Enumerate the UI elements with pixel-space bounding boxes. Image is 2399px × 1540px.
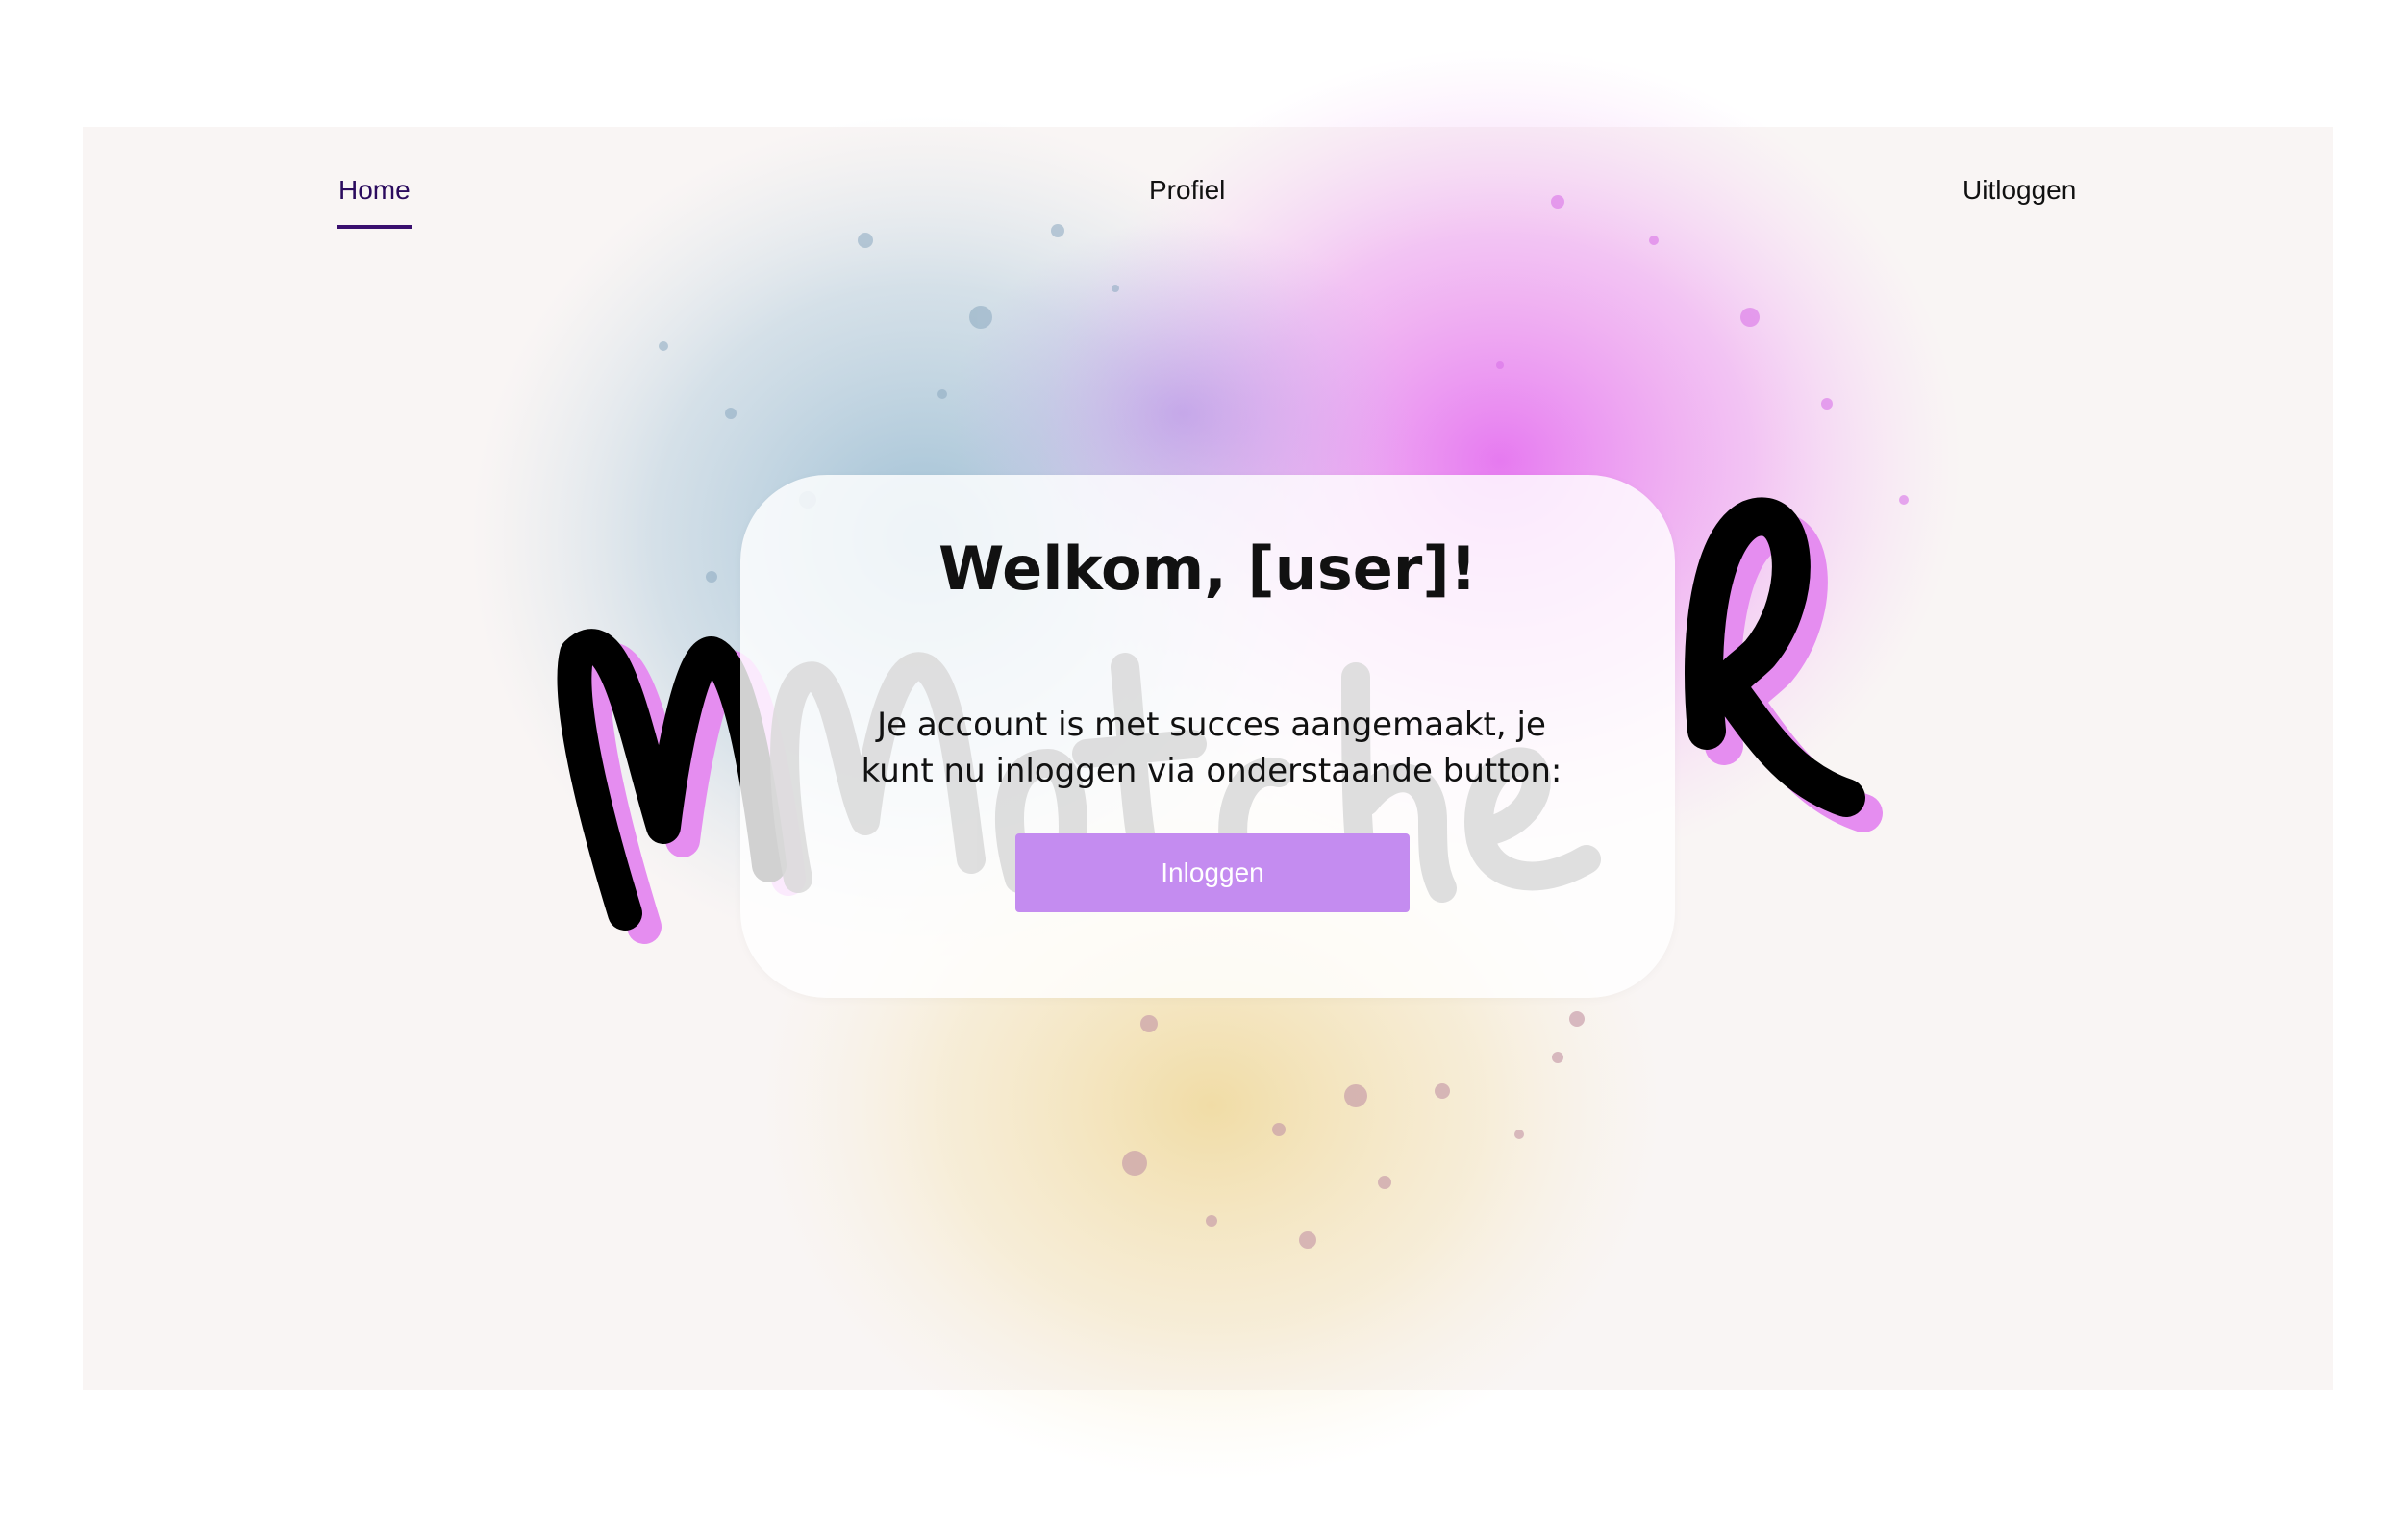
nav-logout-link[interactable]: Uitloggen <box>1962 171 2076 210</box>
nav-home-link[interactable]: Home <box>338 171 411 210</box>
login-button[interactable]: Inloggen <box>1015 833 1410 912</box>
welcome-message: Je account is met succes aangemaakt, je … <box>861 706 1562 790</box>
welcome-title: Welkom, [user]! <box>938 534 1477 604</box>
nav-profile-link[interactable]: Profiel <box>1149 171 1225 210</box>
active-nav-indicator <box>337 225 412 229</box>
